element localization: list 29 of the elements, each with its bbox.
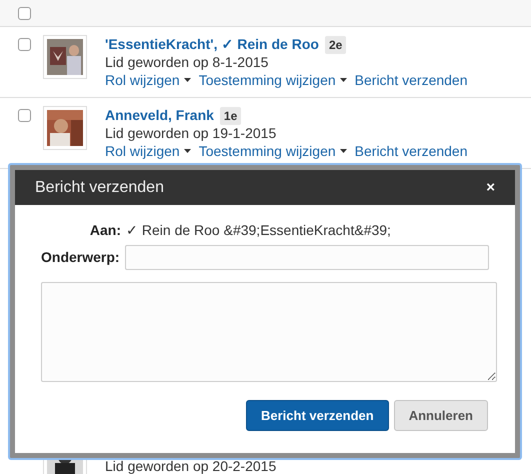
subject-field[interactable] (124, 245, 489, 270)
action-link[interactable]: Bericht verzenden (354, 72, 468, 88)
join-date: Lid geworden op 19-1-2015 (105, 125, 278, 141)
member-name-link[interactable]: Anneveld, Frank (105, 105, 214, 126)
action-link[interactable]: Bericht verzenden (354, 143, 468, 159)
subject-label: Onderwerp: (41, 248, 120, 267)
caret-icon (340, 149, 347, 153)
close-button[interactable]: × (486, 180, 495, 195)
send-button[interactable]: Bericht verzenden (246, 400, 389, 431)
checkbox[interactable] (18, 109, 31, 122)
message-field[interactable] (41, 282, 497, 382)
dropdown-link[interactable]: Rol wijzigen (105, 143, 191, 159)
member-name-link[interactable]: 'EssentieKracht', ✓ Rein de Roo (105, 34, 319, 55)
dropdown-link[interactable]: Toestemming wijzigen (198, 72, 347, 88)
rank-badge: 1e (220, 106, 242, 124)
cancel-button[interactable]: Annuleren (394, 400, 488, 431)
caret-icon (184, 149, 191, 153)
caret-icon (340, 78, 347, 82)
checkbox[interactable] (18, 6, 31, 20)
dropdown-link[interactable]: Toestemming wijzigen (198, 143, 347, 159)
caret-icon (184, 78, 191, 82)
recipient-value: ✓ Rein de Roo &#39;EssentieKracht&#39; (126, 220, 391, 240)
rank-badge: 2e (324, 36, 346, 54)
checkbox[interactable] (18, 38, 31, 51)
join-date: Lid geworden op 20-2-2015 (105, 458, 276, 474)
join-date: Lid geworden op 8-1-2015 (105, 54, 270, 70)
dropdown-link[interactable]: Rol wijzigen (105, 72, 191, 88)
dialog-title: Bericht verzenden (35, 178, 164, 198)
recipient-label: Aan: (88, 220, 121, 240)
